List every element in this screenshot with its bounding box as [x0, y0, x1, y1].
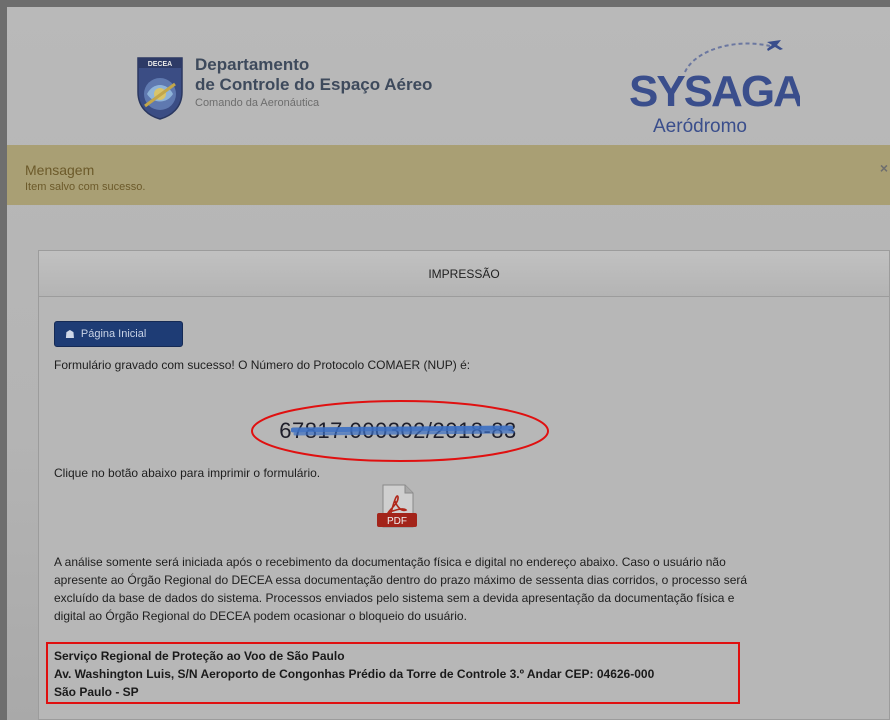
pdf-label: PDF [387, 516, 407, 527]
message-alert: Mensagem Item salvo com sucesso. × [7, 145, 890, 205]
address-line3: São Paulo - SP [54, 685, 139, 699]
window-frame-left [0, 0, 7, 720]
page: DECEA Departamento de Controle do Espaço… [7, 7, 890, 720]
org-title: Departamento de Controle do Espaço Aéreo [195, 55, 432, 95]
sysaga-logo: SYSAGA Aeródromo [629, 40, 800, 137]
address-line1: Serviço Regional de Proteção ao Voo de S… [54, 649, 345, 663]
red-ellipse-annotation [251, 400, 549, 462]
window-frame-top [0, 0, 890, 7]
close-icon[interactable]: × [880, 160, 888, 176]
address-box: Serviço Regional de Proteção ao Voo de S… [46, 642, 740, 704]
org-title-line1: Departamento [195, 55, 310, 74]
nup-highlight: 67817.000302/2018-83 [245, 396, 561, 466]
message-text: Item salvo com sucesso. [25, 181, 146, 193]
notice-text: A análise somente será iniciada após o r… [54, 555, 748, 623]
print-panel: IMPRESSÃO ☗ Página Inicial Formulário gr… [38, 250, 890, 720]
app-logo-sub: Aeródromo [653, 116, 747, 137]
decea-shield-icon: DECEA [137, 57, 183, 120]
success-text: Formulário gravado com sucesso! O Número… [54, 358, 471, 372]
address-line2: Av. Washington Luis, S/N Aeroporto de Co… [54, 667, 655, 681]
print-instruction: Clique no botão abaixo para imprimir o f… [54, 466, 321, 480]
app-logo-main: SYSAGA [629, 67, 800, 116]
org-subtitle: Comando da Aeronáutica [195, 97, 320, 109]
home-button[interactable]: ☗ Página Inicial [54, 321, 183, 347]
header: DECEA Departamento de Controle do Espaço… [7, 7, 890, 147]
home-button-label: Página Inicial [80, 328, 147, 340]
home-icon: ☗ [65, 328, 75, 341]
pdf-icon[interactable]: PDF [375, 483, 419, 531]
message-title: Mensagem [25, 162, 95, 178]
org-title-line2: de Controle do Espaço Aéreo [195, 75, 433, 94]
panel-title: IMPRESSÃO [39, 251, 889, 297]
logo-badge: DECEA [148, 61, 173, 68]
